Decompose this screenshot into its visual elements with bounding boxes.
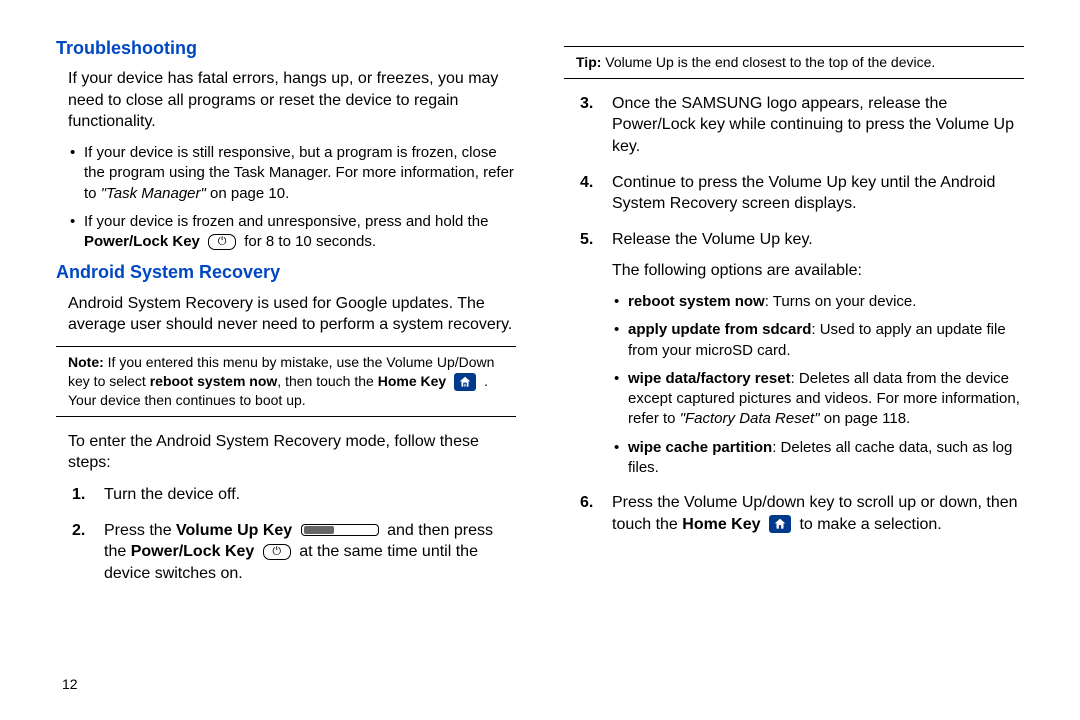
xref-task-manager[interactable]: "Task Manager" bbox=[101, 185, 206, 202]
opt-wipe-data: wipe data/factory reset: Deletes all dat… bbox=[600, 369, 1024, 430]
following-options: The following options are available: bbox=[612, 260, 1024, 282]
note-label: Note: bbox=[68, 354, 104, 370]
manual-page: Troubleshooting If your device has fatal… bbox=[0, 0, 1080, 598]
step-5: 5. Release the Volume Up key. The follow… bbox=[564, 229, 1024, 478]
power-lock-key-icon bbox=[263, 544, 291, 560]
xref-factory-reset[interactable]: "Factory Data Reset" bbox=[680, 410, 820, 427]
right-column: Tip: Volume Up is the end closest to the… bbox=[564, 36, 1024, 598]
bullet-power-lock: If your device is frozen and unresponsiv… bbox=[56, 212, 516, 253]
step-3: 3. Once the SAMSUNG logo appears, releas… bbox=[564, 93, 1024, 158]
step-1: 1. Turn the device off. bbox=[56, 484, 516, 506]
tip-label: Tip: bbox=[576, 54, 601, 70]
tip-box: Tip: Volume Up is the end closest to the… bbox=[564, 46, 1024, 79]
heading-troubleshooting: Troubleshooting bbox=[56, 36, 516, 60]
opt-wipe-cache: wipe cache partition: Deletes all cache … bbox=[600, 438, 1024, 479]
troubleshoot-bullets: If your device is still responsive, but … bbox=[56, 143, 516, 252]
note-box: Note: If you entered this menu by mistak… bbox=[56, 346, 516, 417]
opt-apply-update: apply update from sdcard: Used to apply … bbox=[600, 320, 1024, 361]
heading-android-recovery: Android System Recovery bbox=[56, 260, 516, 284]
bullet-task-manager: If your device is still responsive, but … bbox=[56, 143, 516, 204]
step-2: 2. Press the Volume Up Key and then pres… bbox=[56, 520, 516, 585]
steps-right: 3. Once the SAMSUNG logo appears, releas… bbox=[564, 93, 1024, 535]
opt-reboot: reboot system now: Turns on your device. bbox=[600, 292, 1024, 312]
recovery-intro: Android System Recovery is used for Goog… bbox=[68, 293, 516, 336]
enter-mode-intro: To enter the Android System Recovery mod… bbox=[68, 431, 516, 474]
steps-left: 1. Turn the device off. 2. Press the Vol… bbox=[56, 484, 516, 584]
home-key-icon bbox=[454, 373, 476, 391]
page-number: 12 bbox=[62, 675, 78, 694]
home-key-icon bbox=[769, 515, 791, 533]
troubleshoot-intro: If your device has fatal errors, hangs u… bbox=[68, 68, 516, 133]
recovery-options: reboot system now: Turns on your device.… bbox=[600, 292, 1024, 478]
power-lock-key-icon bbox=[208, 234, 236, 250]
step-4: 4. Continue to press the Volume Up key u… bbox=[564, 172, 1024, 215]
step-6: 6. Press the Volume Up/down key to scrol… bbox=[564, 492, 1024, 535]
left-column: Troubleshooting If your device has fatal… bbox=[56, 36, 516, 598]
volume-up-key-icon bbox=[301, 524, 379, 536]
